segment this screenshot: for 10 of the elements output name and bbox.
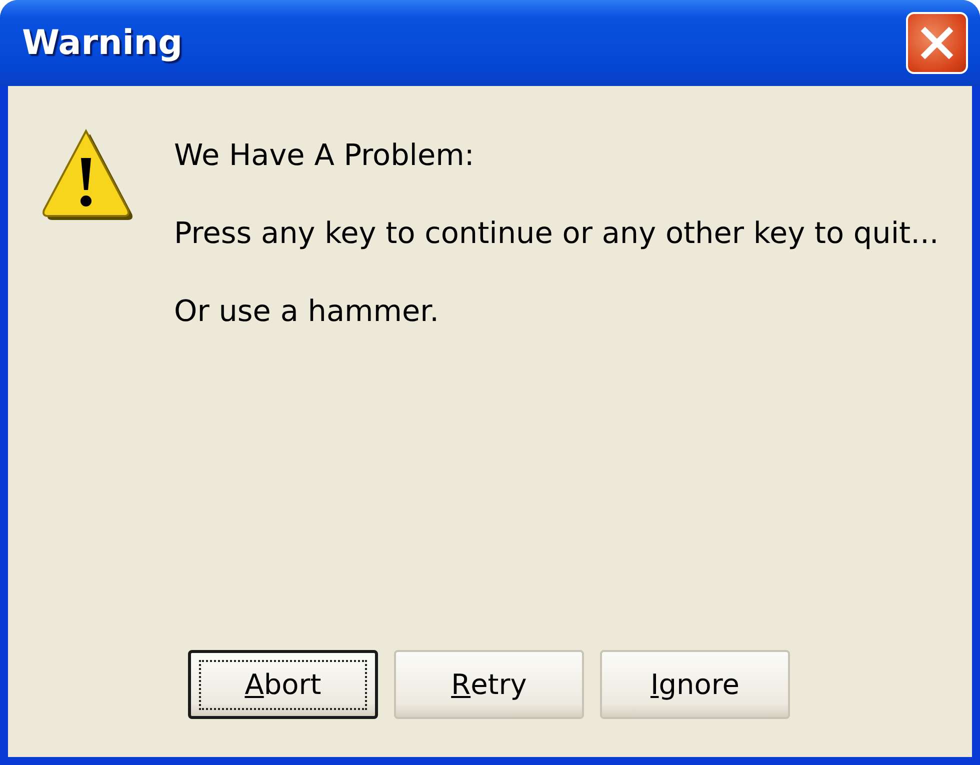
dialog-button[interactable]: Ignore bbox=[600, 650, 790, 719]
close-button[interactable] bbox=[906, 12, 968, 74]
close-icon bbox=[919, 25, 955, 61]
window-title: Warning bbox=[22, 23, 182, 63]
message-text: Or use a hammer. bbox=[174, 296, 440, 326]
dialog-button[interactable]: Retry bbox=[394, 650, 584, 719]
dialog-button[interactable]: Abort bbox=[188, 650, 378, 719]
message-text: Press any key to continue or any other key to quit... bbox=[174, 218, 939, 248]
warning-icon bbox=[42, 128, 134, 222]
message-text: We Have A Problem: bbox=[174, 140, 476, 170]
